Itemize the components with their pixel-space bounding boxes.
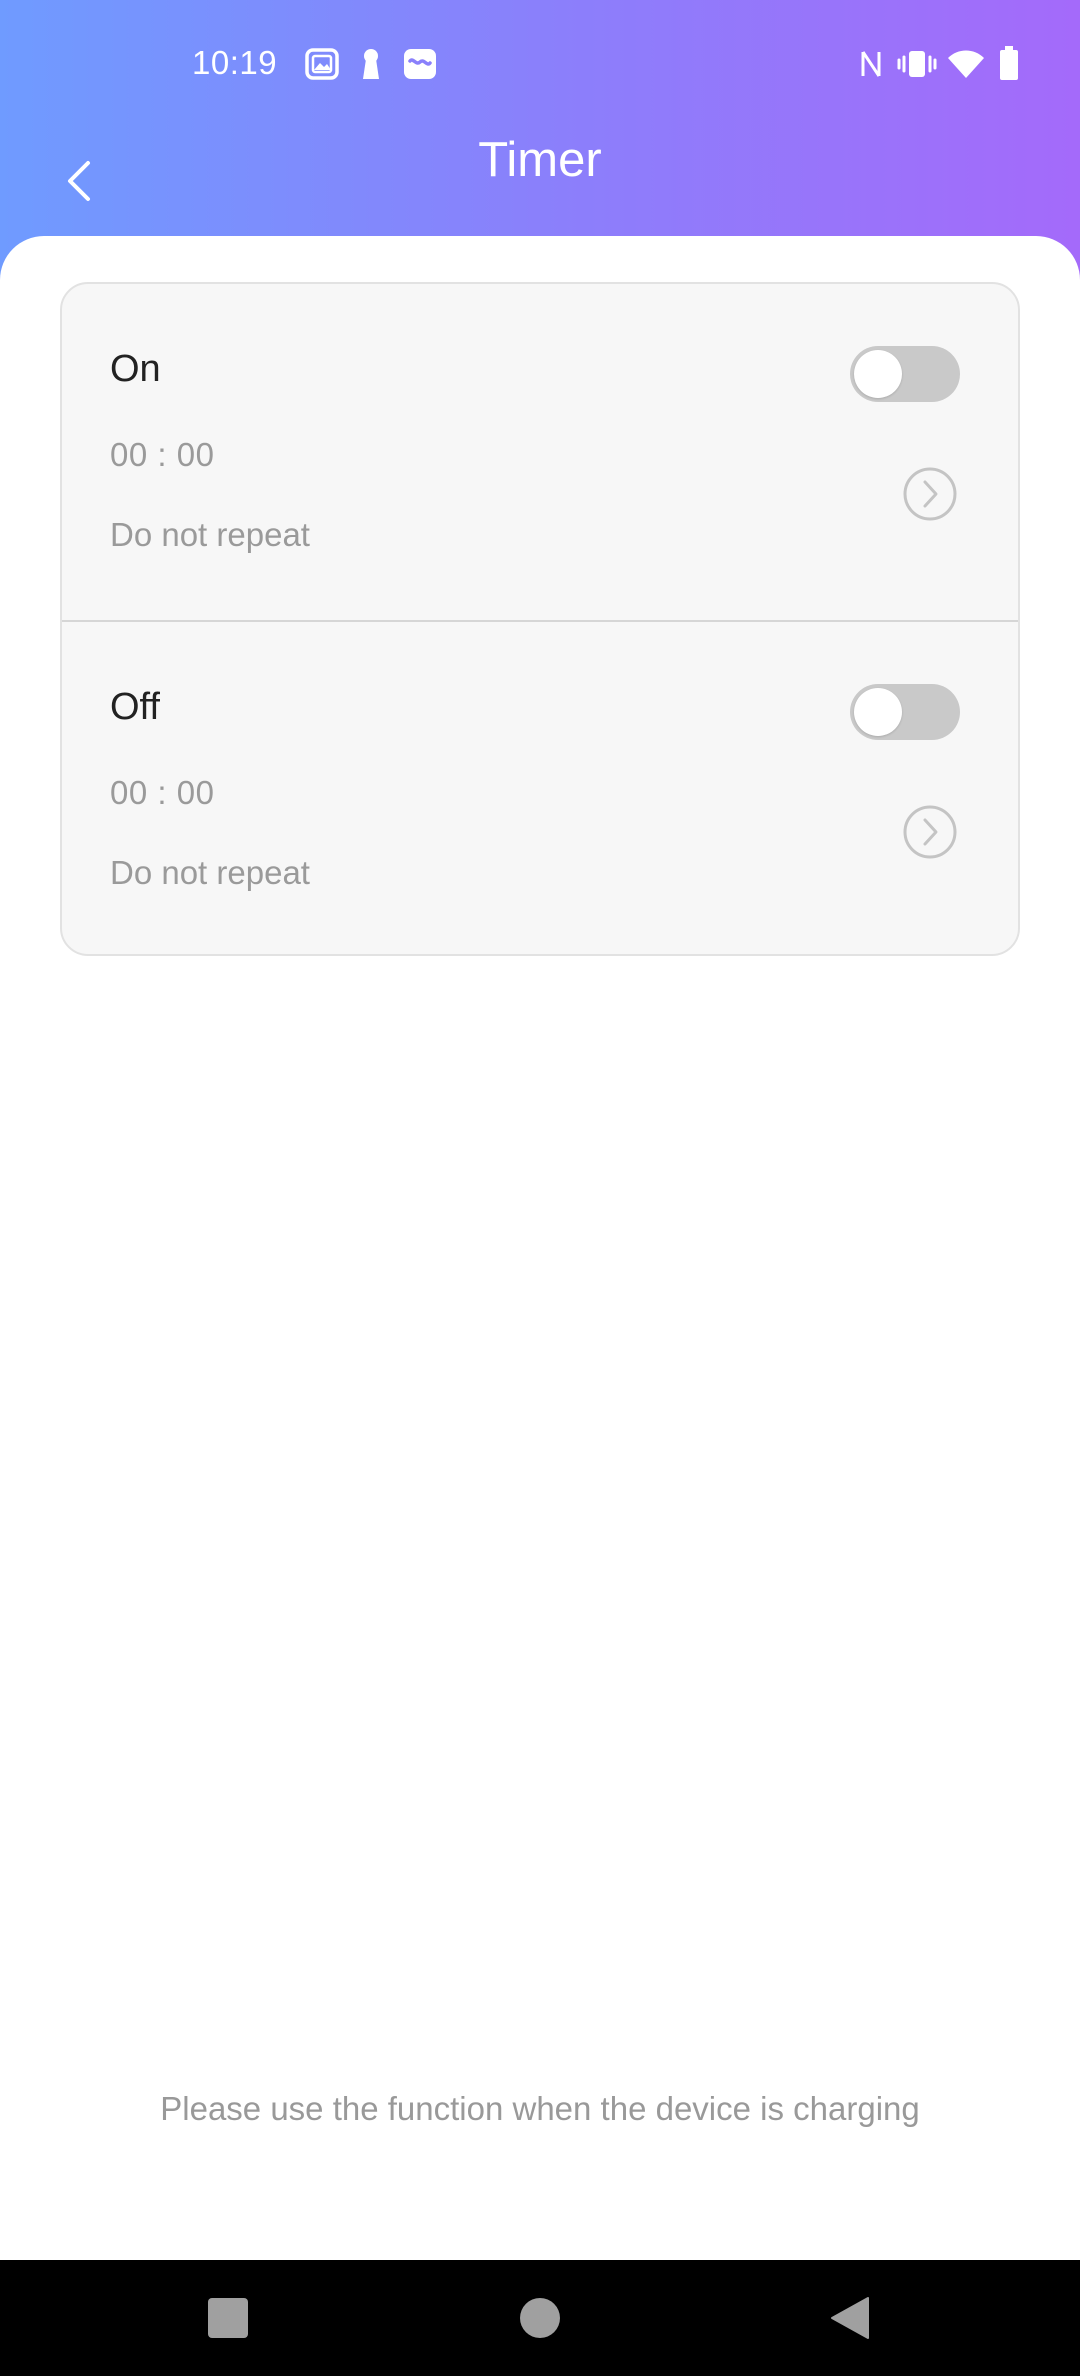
timer-card: On 00 : 00 Do not repeat Off 00 : 00 Do … <box>60 282 1020 956</box>
keyhole-icon <box>356 46 386 82</box>
timer-time: 00 : 00 <box>110 774 215 811</box>
toggle-knob <box>854 688 902 736</box>
timer-repeat: Do not repeat <box>110 516 310 553</box>
recents-button[interactable] <box>198 2288 258 2348</box>
timer-on-toggle[interactable] <box>850 346 960 402</box>
page-title: Timer <box>478 133 602 187</box>
charging-note: Please use the function when the device … <box>160 2090 920 2127</box>
nav-back-button[interactable] <box>820 2288 880 2348</box>
app-bar: Timer <box>0 130 1080 240</box>
toggle-knob <box>854 350 902 398</box>
app-notification-icon <box>402 46 438 82</box>
chevron-right-circle-icon <box>903 805 957 859</box>
status-bar: 10:19 <box>0 0 1080 130</box>
timer-off-toggle[interactable] <box>850 684 960 740</box>
home-icon <box>520 2298 560 2338</box>
timer-off-edit-button[interactable] <box>902 804 958 860</box>
recents-icon <box>208 2298 248 2338</box>
timer-row-off[interactable]: Off 00 : 00 Do not repeat <box>62 622 1018 954</box>
navigation-bar <box>0 2260 1080 2376</box>
timer-label: On <box>110 348 161 390</box>
wifi-icon <box>946 46 986 82</box>
chevron-right-circle-icon <box>903 467 957 521</box>
nfc-icon <box>856 46 886 82</box>
vibrate-icon <box>896 46 938 82</box>
gallery-icon <box>304 46 340 82</box>
timer-label: Off <box>110 686 160 728</box>
home-button[interactable] <box>510 2288 570 2348</box>
timer-row-on[interactable]: On 00 : 00 Do not repeat <box>62 284 1018 620</box>
timer-screen: 10:19 Timer On 00: 00 Do not repeat Off… <box>0 0 1080 2376</box>
timer-time: 00 : 00 <box>110 436 215 473</box>
battery-icon <box>994 46 1024 82</box>
timer-repeat: Do not repeat <box>110 854 310 891</box>
status-time: 10:19 <box>192 44 278 81</box>
back-icon <box>831 2297 869 2339</box>
content-sheet: On 00 : 00 Do not repeat Off 00 : 00 Do … <box>0 236 1080 2260</box>
timer-on-edit-button[interactable] <box>902 466 958 522</box>
